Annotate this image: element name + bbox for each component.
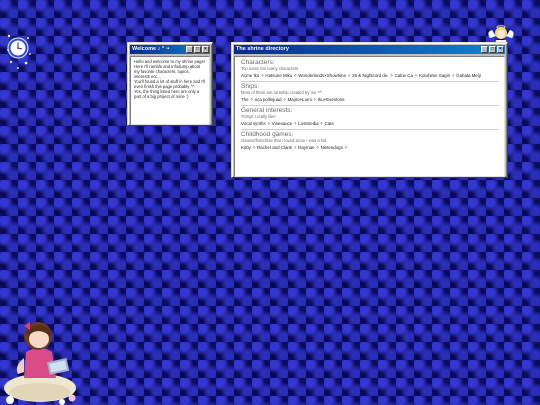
section-characters: Characters: Too many too many characters…	[241, 58, 499, 82]
section-childhood-games: Childhood games: Games/franchise that I …	[241, 130, 499, 153]
welcome-window[interactable]: Welcome ♪ ° ·• _ □ × Hello and welcome t…	[127, 42, 213, 126]
section-items[interactable]: Vocal synths ✧ Vinesauce ✧ Lostmedia ✧ C…	[241, 121, 499, 127]
close-button[interactable]: ×	[497, 46, 504, 53]
section-heading: Ships:	[241, 83, 260, 90]
welcome-content: Hello and welcome to my shrine page! Her…	[130, 56, 210, 125]
shrine-content: Characters: Too many too many characters…	[234, 56, 505, 177]
minimize-button[interactable]: _	[186, 46, 193, 53]
section-subtitle: Games/franchise that I loved since I was…	[241, 138, 327, 143]
section-subtitle: Too many too many characters	[241, 66, 299, 71]
section-items[interactable]: Acme Iku ✧ Hatsune Miku ✧ Wonderlands×Sh…	[241, 73, 499, 79]
section-items[interactable]: Kirby ✧ Rachet and Clank ✧ Rayman ✧ Nint…	[241, 145, 499, 151]
shrine-titlebar[interactable]: The shrine directory _ □ ×	[234, 45, 505, 54]
welcome-paragraph: Here I'll ramble and infodump about my f…	[134, 64, 201, 79]
close-button[interactable]: ×	[202, 46, 209, 53]
shrine-directory-window[interactable]: The shrine directory _ □ × Characters: T…	[231, 42, 508, 178]
section-heading: General interests:	[241, 107, 293, 114]
section-subtitle: Things I really like!	[241, 114, 276, 119]
section-ships: Ships: Most of them are rareship created…	[241, 82, 499, 106]
clock-decoration-icon	[6, 32, 32, 72]
welcome-title: Welcome ♪ ° ·•	[132, 46, 170, 52]
welcome-paragraph: You'll found a lot of stuff in here and …	[134, 79, 206, 89]
section-general-interests: General interests: Things I really like!…	[241, 106, 499, 130]
section-heading: Characters:	[241, 59, 275, 66]
welcome-paragraph: Yes, the thing listed here are only a pa…	[134, 89, 200, 99]
maximize-button[interactable]: □	[194, 46, 201, 53]
maximize-button[interactable]: □	[489, 46, 496, 53]
shrine-title: The shrine directory	[236, 46, 289, 52]
welcome-titlebar[interactable]: Welcome ♪ ° ·• _ □ ×	[130, 45, 210, 54]
section-subtitle: Most of them are rareship created by me …	[241, 90, 323, 95]
section-items[interactable]: The ✧ oca pollinjuad ✧ Majiro×Lumi ✧ Iku…	[241, 97, 499, 103]
section-heading: Childhood games:	[241, 131, 294, 138]
minimize-button[interactable]: _	[481, 46, 488, 53]
girl-with-laptop-decoration	[0, 308, 82, 405]
